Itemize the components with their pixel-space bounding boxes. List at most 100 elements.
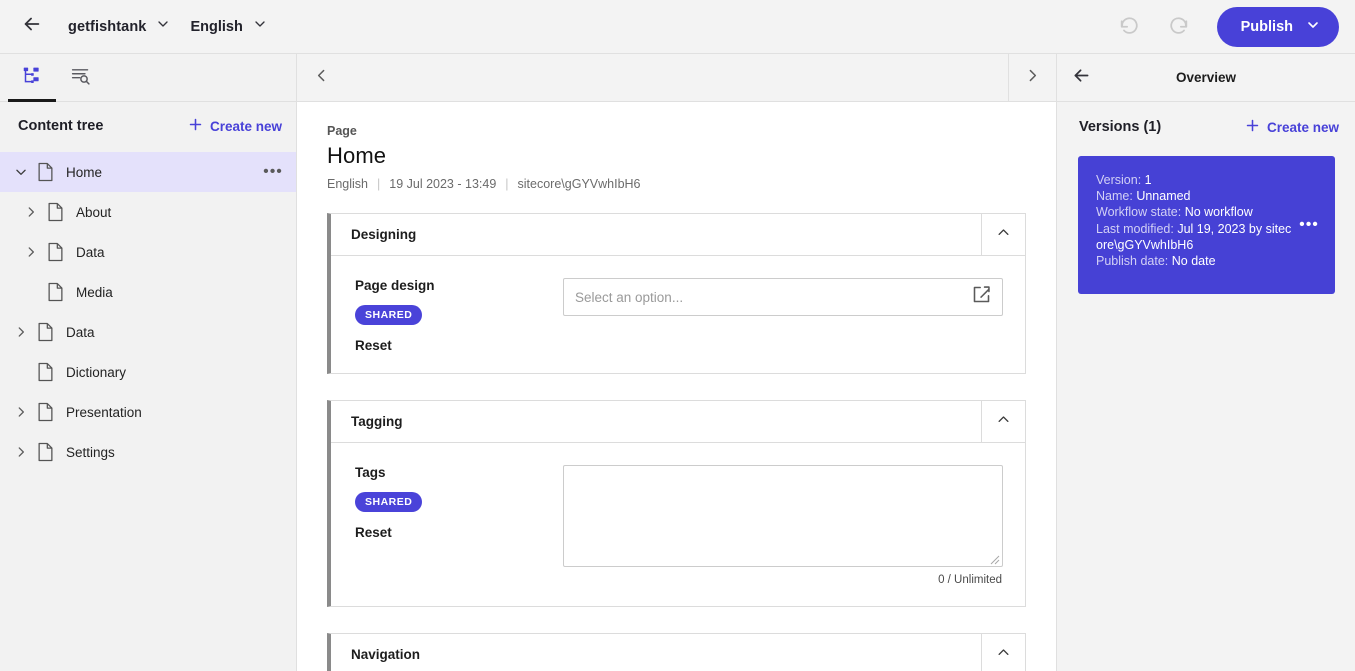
create-new-version-button[interactable]: Create new [1244, 117, 1339, 137]
publish-date-line: Publish date: No date [1096, 253, 1295, 269]
chevron-right-icon[interactable] [18, 239, 44, 265]
chevron-up-icon [996, 225, 1011, 245]
tree-item-about-1[interactable]: About [0, 192, 296, 232]
undo-button[interactable] [1111, 9, 1147, 45]
version-number-label: Version: [1096, 173, 1142, 187]
chevron-up-icon [996, 412, 1011, 432]
chevron-right-icon [1024, 67, 1041, 89]
tree-item-label: Data [76, 244, 105, 260]
create-new-item-button[interactable]: Create new [187, 116, 282, 136]
tree-item-label: Home [66, 164, 103, 180]
tree-item-settings-7[interactable]: Settings [0, 432, 296, 472]
document-icon [44, 242, 66, 262]
page-design-select[interactable]: Select an option... [563, 278, 1003, 316]
chevron-right-icon[interactable] [8, 439, 34, 465]
main-scroll-area[interactable]: Page Home English | 19 Jul 2023 - 13:49 … [297, 102, 1056, 671]
chevron-right-icon[interactable] [8, 399, 34, 425]
reset-field-button[interactable]: Reset [355, 338, 563, 353]
tree-item-presentation-6[interactable]: Presentation [0, 392, 296, 432]
field-label-column: Page design SHARED Reset [353, 278, 563, 353]
panel-title: Designing [351, 227, 417, 242]
panel-header: Designing [331, 214, 1025, 256]
page-meta-language: English [327, 177, 368, 191]
tags-textarea[interactable] [563, 465, 1003, 567]
field-control-column: Select an option... [563, 278, 1003, 353]
document-icon [34, 322, 56, 342]
document-icon [44, 282, 66, 302]
site-dropdown-button[interactable] [148, 12, 178, 42]
panel-header: Navigation [331, 634, 1025, 671]
versions-title: Versions (1) [1079, 119, 1162, 135]
app-root: getfishtank English Publish Content tree… [0, 0, 1355, 671]
page-design-placeholder: Select an option... [575, 289, 684, 305]
version-number-line: Version: 1 [1096, 172, 1295, 188]
publish-date-label: Publish date: [1096, 254, 1169, 269]
tree-item-data-4[interactable]: Data [0, 312, 296, 352]
tree-item-home-0[interactable]: Home ••• [0, 152, 296, 192]
sitemap-icon [22, 65, 43, 91]
tree-item-label: Data [66, 324, 95, 340]
open-page-design-button[interactable] [960, 284, 1002, 310]
arrow-left-icon [1071, 65, 1092, 91]
page-title: Home [327, 143, 387, 168]
language-dropdown-button[interactable] [245, 12, 275, 42]
last-modified-line: Last modified: Jul 19, 2023 by sitecore\… [1096, 221, 1295, 253]
version-card[interactable]: Version: 1 Name: Unnamed Workflow state:… [1078, 156, 1335, 294]
main-nav-bar [297, 54, 1056, 102]
create-new-label: Create new [209, 118, 282, 134]
right-panel: Overview Versions (1) Create new Version… [1057, 54, 1355, 671]
nav-prev-button[interactable] [297, 54, 345, 101]
plus-icon [1244, 117, 1261, 137]
content-tree-tab[interactable] [8, 55, 56, 102]
chevron-down-icon[interactable] [8, 159, 34, 185]
create-new-version-label: Create new [1266, 119, 1339, 135]
panel-collapse-button[interactable] [981, 214, 1025, 255]
tree-item-media-3[interactable]: Media [0, 272, 296, 312]
right-panel-back-button[interactable] [1057, 65, 1105, 91]
panel-body: Tags SHARED Reset 0 / Unlimited [331, 443, 1025, 606]
field-control-column: 0 / Unlimited [563, 465, 1003, 586]
tree-item-label: Media [76, 284, 113, 300]
page-header: Page Home English | 19 Jul 2023 - 13:49 … [297, 102, 1056, 191]
tree-item-data-2[interactable]: Data [0, 232, 296, 272]
document-icon [34, 442, 56, 462]
left-sidebar: Content tree Create new Home ••• About Data… [0, 54, 297, 671]
meta-divider: | [377, 177, 381, 191]
redo-button[interactable] [1161, 9, 1197, 45]
search-filter-tab[interactable] [56, 55, 104, 101]
chevron-right-icon[interactable] [18, 199, 44, 225]
arrow-left-icon [21, 13, 43, 40]
panel-collapse-button[interactable] [981, 401, 1025, 442]
version-card-menu-button[interactable]: ••• [1295, 172, 1323, 278]
page-kicker: Page [327, 124, 357, 138]
search-filter-icon [70, 65, 91, 91]
chevron-right-icon[interactable] [8, 319, 34, 345]
reset-field-button[interactable]: Reset [355, 525, 563, 540]
content-tree-list: Home ••• About Data Media Data Dictionary Prese… [0, 150, 296, 671]
page-meta-date: 19 Jul 2023 - 13:49 [389, 177, 497, 191]
panel-collapse-button[interactable] [981, 634, 1025, 671]
field-label-column: Tags SHARED Reset [353, 465, 563, 586]
tree-item-menu-button[interactable]: ••• [260, 159, 286, 185]
sidebar-tabs [0, 54, 296, 102]
chevron-up-icon [996, 645, 1011, 665]
nav-next-button[interactable] [1008, 54, 1056, 101]
publish-label: Publish [1240, 18, 1293, 35]
chevron-down-icon [155, 16, 171, 37]
content-tree-title: Content tree [18, 118, 104, 134]
topbar-actions: Publish [1111, 6, 1339, 47]
publish-button[interactable]: Publish [1216, 6, 1339, 47]
resize-handle-icon[interactable] [988, 552, 1000, 565]
top-bar: getfishtank English Publish [0, 0, 1355, 54]
back-button[interactable] [14, 9, 50, 45]
panel-title: Tagging [351, 414, 403, 429]
chevron-left-icon [313, 67, 330, 89]
redo-icon [1168, 13, 1190, 40]
panel-designing: Designing Page design SHARED Reset Select an… [327, 213, 1026, 374]
shared-badge: SHARED [355, 492, 423, 512]
main-content: Page Home English | 19 Jul 2023 - 13:49 … [297, 54, 1057, 671]
workflow-state-value: No workflow [1184, 205, 1253, 220]
tree-item-dictionary-5[interactable]: Dictionary [0, 352, 296, 392]
versions-header: Versions (1) Create new [1057, 102, 1355, 152]
